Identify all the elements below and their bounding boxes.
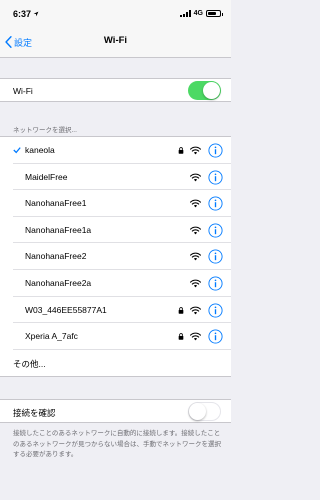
network-row[interactable]: NanohanaFree1 (13, 190, 231, 217)
cellular-signal-icon (179, 10, 191, 17)
info-icon[interactable] (208, 223, 223, 238)
wifi-signal-icon (190, 306, 201, 314)
wifi-signal-icon (190, 173, 201, 181)
wifi-toggle-switch[interactable] (188, 81, 221, 100)
status-time: 6:37 (13, 9, 32, 19)
navigation-bar: 設定 Wi-Fi (0, 30, 231, 58)
lock-icon (178, 147, 184, 154)
status-time-group: 6:37 (13, 9, 39, 19)
info-icon[interactable] (208, 196, 223, 211)
section-header: ネットワークを選択... (13, 127, 77, 134)
checkmark-icon (13, 147, 21, 154)
wifi-signal-icon (190, 253, 201, 261)
lock-icon (178, 333, 184, 340)
wifi-signal-icon (190, 279, 201, 288)
network-name: NanohanaFree1a (25, 224, 92, 235)
battery-icon (206, 10, 223, 17)
info-icon[interactable] (208, 329, 223, 344)
network-row[interactable]: Xperia A_7afc (13, 323, 231, 350)
network-type-label: 4G (193, 10, 203, 17)
ask-to-join-label: 接続を確認 (13, 408, 56, 418)
network-name: Xperia A_7afc (25, 331, 78, 342)
location-arrow-icon (33, 11, 39, 17)
info-icon[interactable] (208, 303, 223, 318)
network-name: MaidelFree (25, 171, 68, 182)
network-row[interactable]: NanohanaFree2a (13, 270, 231, 297)
ask-to-join-row: 接続を確認 (0, 399, 231, 423)
network-row[interactable]: kaneola (13, 137, 231, 164)
network-row[interactable]: NanohanaFree2 (13, 243, 231, 270)
info-icon[interactable] (208, 143, 223, 158)
network-list: kaneola MaidelFree NanohanaFree1 NanohanaFr… (0, 136, 231, 378)
page-title: Wi-Fi (103, 35, 128, 46)
info-icon[interactable] (208, 170, 223, 185)
info-icon[interactable] (208, 276, 223, 291)
wifi-signal-icon (190, 199, 201, 208)
lock-icon (178, 306, 184, 314)
network-name: W03_446EE55877A1 (25, 304, 107, 315)
network-name: kaneola (25, 145, 55, 155)
wifi-signal-icon (190, 226, 201, 235)
network-row[interactable]: MaidelFree (13, 164, 231, 191)
footer-description: 接続したことのあるネットワークに自動的に接続します。接続したことのあるネットワー… (13, 430, 221, 458)
network-name: NanohanaFree2 (25, 251, 87, 262)
network-row[interactable]: その他... (13, 350, 231, 377)
info-icon[interactable] (208, 249, 223, 264)
wifi-toggle-row: Wi-Fi (0, 78, 231, 102)
status-bar: 6:37 4G (0, 0, 231, 30)
status-indicators: 4G (179, 10, 223, 17)
network-name: NanohanaFree2a (25, 277, 92, 288)
network-row[interactable]: NanohanaFree1a (13, 217, 231, 244)
wifi-toggle-label: Wi-Fi (13, 86, 33, 96)
wifi-signal-icon (190, 332, 201, 341)
network-name: NanohanaFree1 (25, 198, 87, 209)
network-row[interactable]: W03_446EE55877A1 (13, 297, 231, 324)
wifi-signal-icon (190, 146, 201, 155)
ask-to-join-switch[interactable] (188, 402, 221, 421)
network-name: その他... (13, 358, 46, 369)
